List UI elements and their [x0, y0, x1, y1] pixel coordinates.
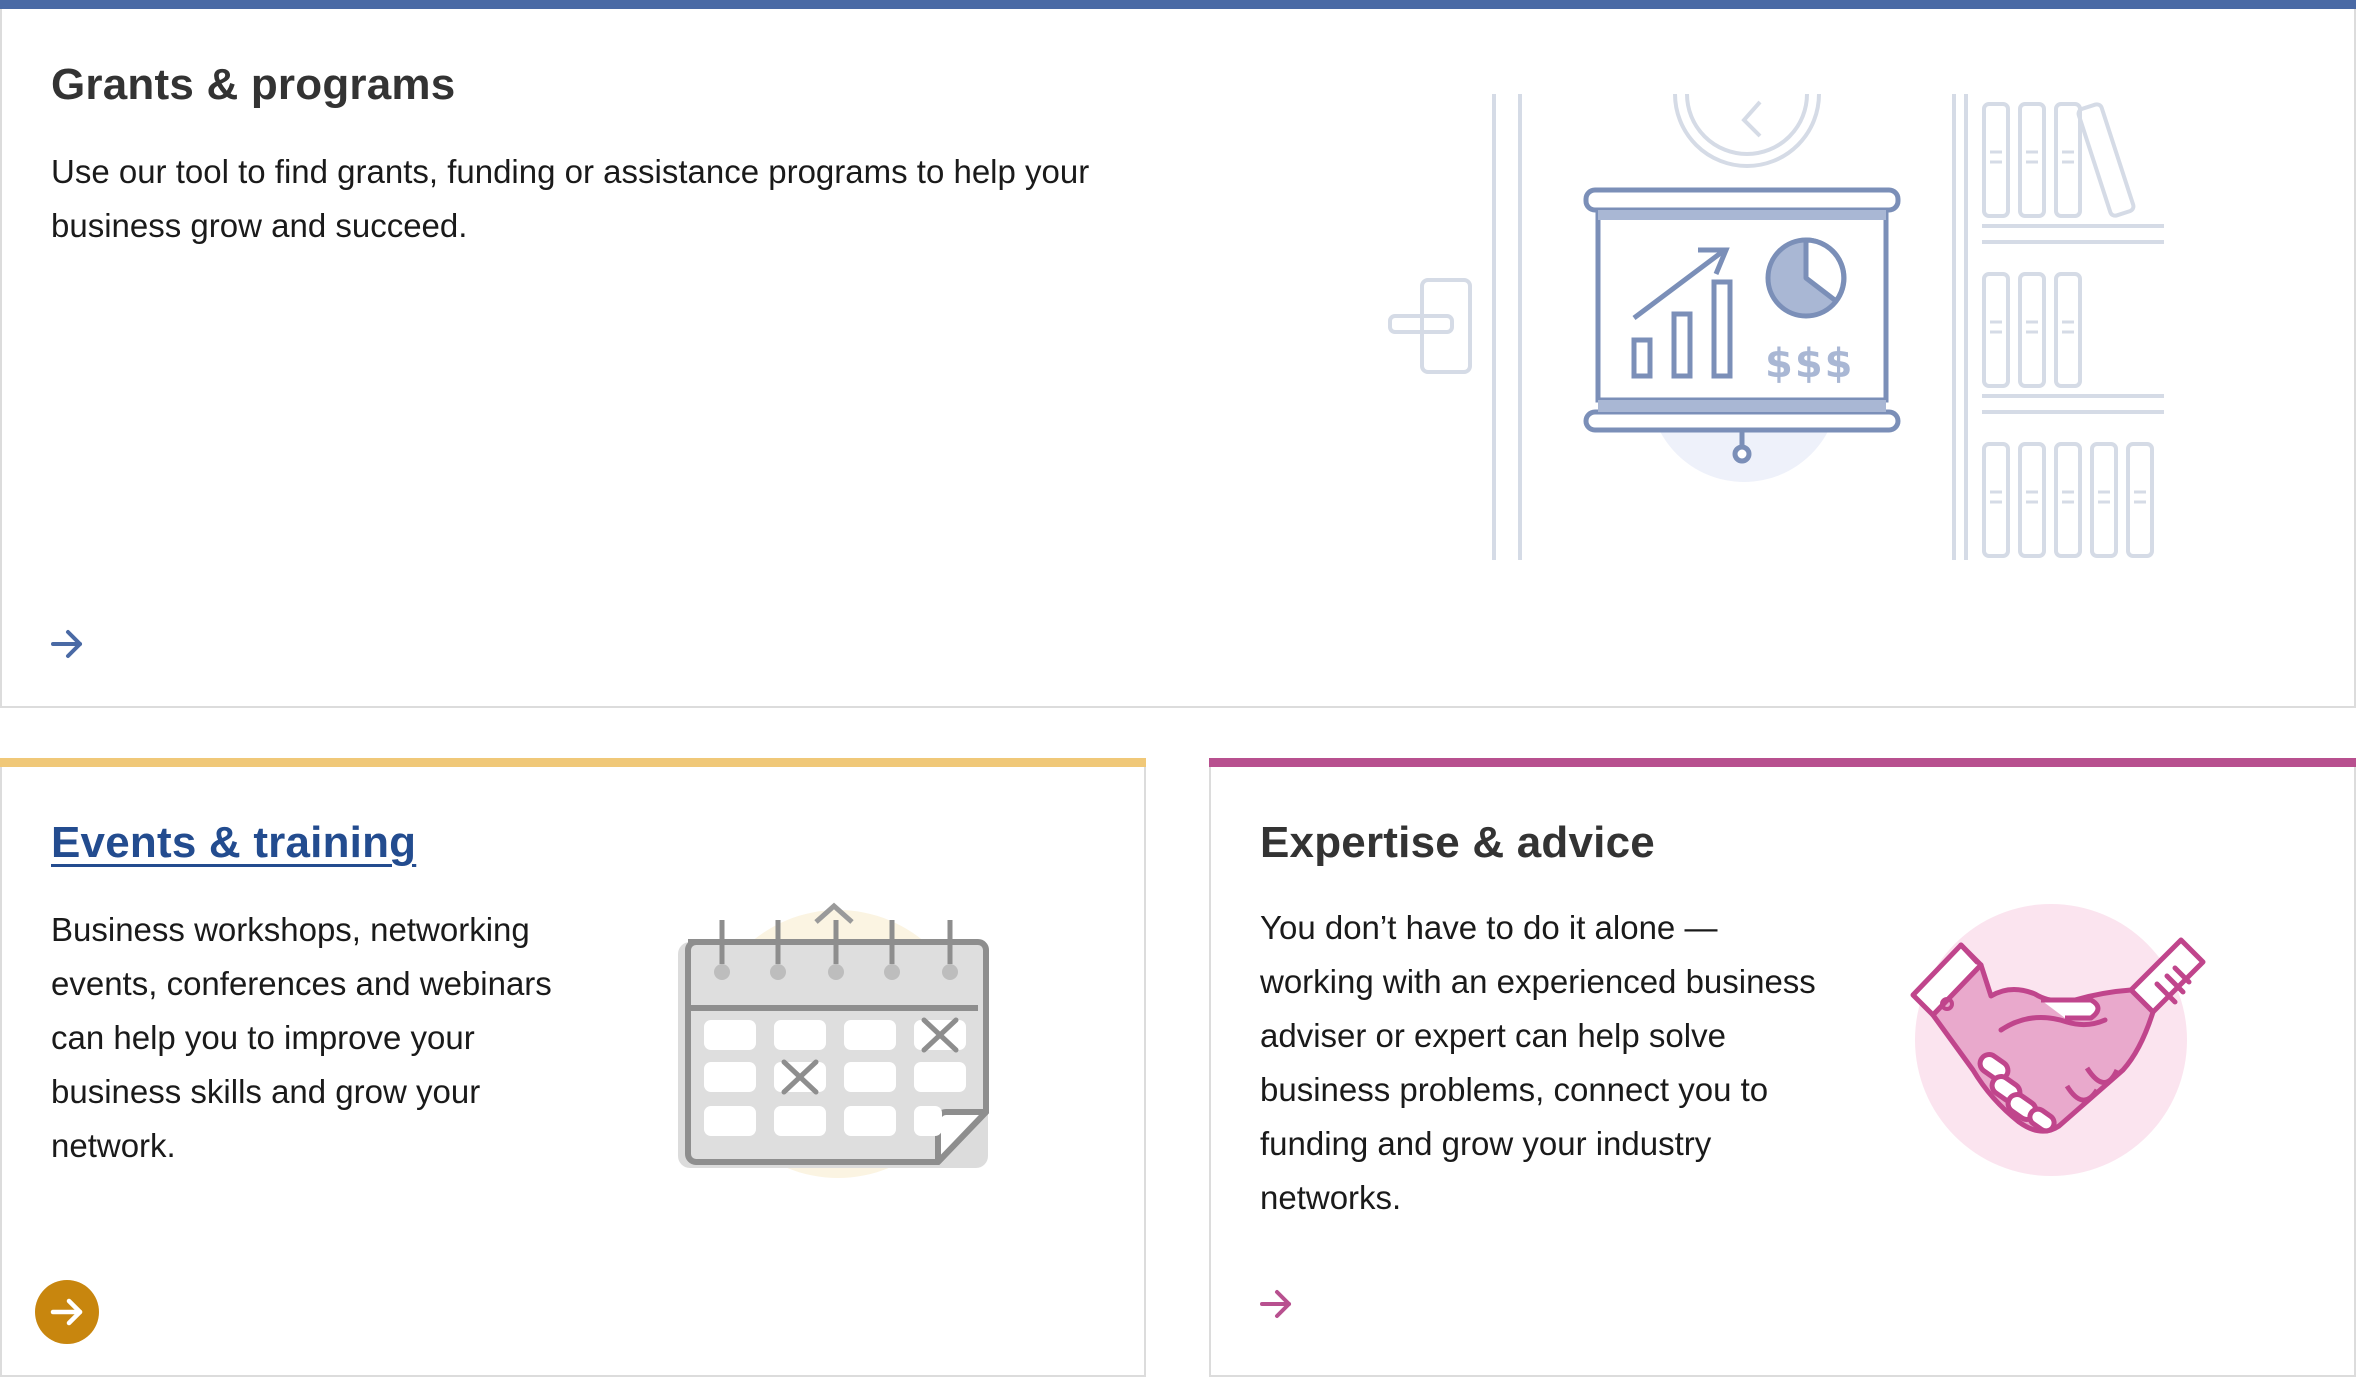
grants-title: Grants & programs: [51, 60, 456, 109]
arrow-right-circle-icon[interactable]: [34, 1279, 100, 1345]
calendar-illustration: [678, 902, 989, 1178]
events-training-card[interactable]: Events & training Business workshops, ne…: [0, 758, 1146, 1377]
presentation-board-illustration: $$$: [1388, 93, 2164, 560]
events-description: Business workshops, networking events, c…: [51, 911, 552, 1164]
expertise-accent-bar: [1209, 758, 2356, 767]
svg-text:$$$: $$$: [1765, 341, 1855, 387]
arrow-right-icon[interactable]: [50, 627, 84, 661]
grants-accent-bar: [0, 0, 2356, 9]
grants-programs-card[interactable]: Grants & programs Use our tool to find g…: [0, 0, 2356, 708]
expertise-description: You don’t have to do it alone — working …: [1260, 909, 1816, 1216]
events-title-link[interactable]: Events & training: [51, 818, 416, 868]
grants-description: Use our tool to find grants, funding or …: [51, 153, 1090, 244]
arrow-right-icon[interactable]: [1259, 1287, 1293, 1321]
expertise-advice-card[interactable]: Expertise & advice You don’t have to do …: [1209, 758, 2356, 1377]
handshake-illustration: [1910, 904, 2206, 1176]
events-accent-bar: [0, 758, 1146, 767]
expertise-title: Expertise & advice: [1260, 818, 1655, 867]
